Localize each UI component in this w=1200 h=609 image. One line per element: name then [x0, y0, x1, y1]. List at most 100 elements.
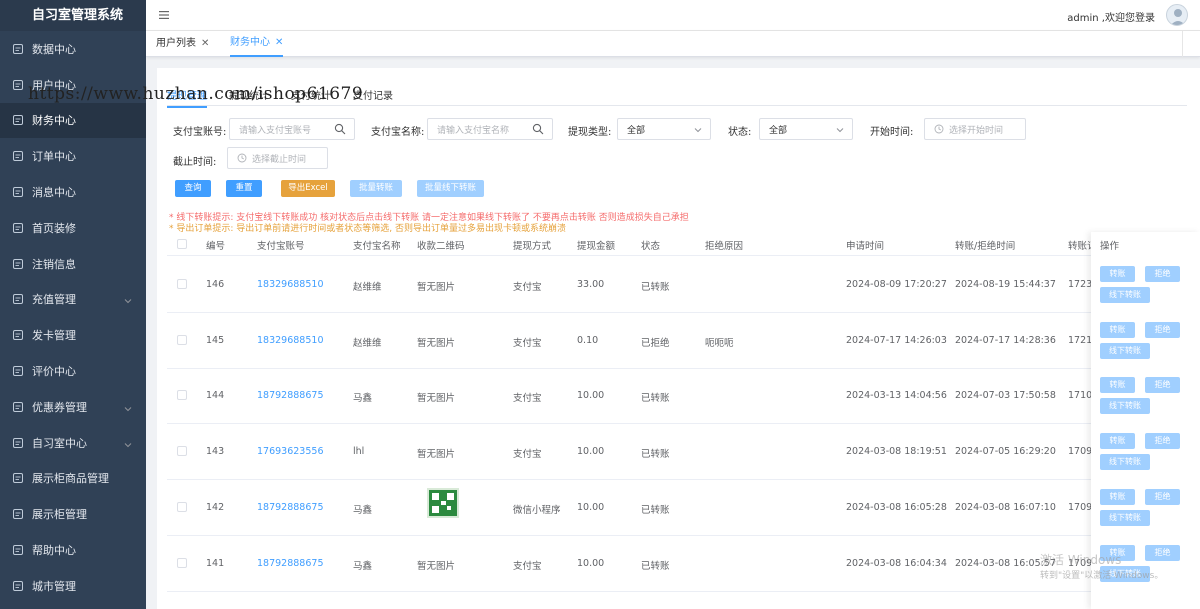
order-icon — [12, 150, 24, 162]
reject-button[interactable]: 拒绝 — [1145, 266, 1180, 282]
cell-account[interactable]: 18792888675 — [257, 502, 324, 513]
status-select[interactable]: 全部 — [759, 118, 853, 140]
table-row: 144 18792888675 马鑫 暂无图片 支付宝 10.00 已转账 2024-03-1… — [167, 368, 1187, 425]
cell-transfer-time: 2024-08-19 15:44:37 — [955, 279, 1056, 290]
alipay-name-input[interactable]: 请输入支付宝名称 — [427, 118, 553, 140]
row-checkbox[interactable] — [177, 279, 187, 289]
chevron-down-icon — [694, 126, 702, 134]
select-all-checkbox[interactable] — [177, 239, 187, 249]
sidebar-item-label: 注销信息 — [32, 257, 76, 271]
tab-finance-center[interactable]: 财务中心 ✕ — [230, 30, 284, 57]
cube-icon — [12, 472, 24, 484]
transfer-button[interactable]: 转账 — [1100, 266, 1135, 282]
cell-method: 支付宝 — [513, 282, 542, 293]
reject-button[interactable]: 拒绝 — [1145, 544, 1180, 561]
cell-amount: 10.00 — [577, 446, 605, 458]
offline-transfer-button[interactable]: 线下转账 — [1100, 287, 1150, 303]
sidebar-item-5[interactable]: 首页装修 — [0, 210, 146, 246]
sidebar-menu: 数据中心 用户中心 财务中心 订单中心 消息中心 首页装修 注销信息 充值管理 发卡管理 评价中心… — [0, 31, 146, 604]
th-id: 编号 — [206, 241, 226, 252]
start-time-picker[interactable]: 选择开始时间 — [924, 118, 1026, 140]
box-icon — [12, 222, 24, 234]
cell-amount: 10.00 — [577, 501, 605, 513]
sidebar-item-3[interactable]: 订单中心 — [0, 138, 146, 174]
sidebar-item-14[interactable]: 帮助中心 — [0, 532, 146, 568]
row-checkbox[interactable] — [177, 390, 187, 401]
reject-button[interactable]: 拒绝 — [1145, 321, 1180, 338]
batch-offline-transfer-button[interactable]: 批量线下转账 — [417, 180, 484, 197]
topbar: admin ,欢迎您登录 — [146, 0, 1200, 31]
coupon-icon — [12, 401, 24, 413]
cell-id: 146 — [206, 279, 225, 290]
close-icon[interactable]: ✕ — [275, 30, 283, 56]
cabinet-icon — [12, 508, 24, 520]
transfer-button[interactable]: 转账 — [1100, 433, 1135, 450]
close-icon[interactable]: ✕ — [201, 31, 209, 57]
cell-account[interactable]: 18792888675 — [257, 390, 324, 401]
row-checkbox[interactable] — [177, 334, 187, 345]
qr-code-image[interactable] — [427, 487, 459, 518]
sidebar-item-label: 帮助中心 — [32, 544, 76, 558]
sidebar-item-13[interactable]: 展示柜管理 — [0, 496, 146, 532]
sidebar-item-9[interactable]: 评价中心 — [0, 353, 146, 389]
cell-account[interactable]: 17693623556 — [257, 446, 324, 457]
chevron-down-icon — [836, 126, 844, 134]
sidebar-item-7[interactable]: 充值管理 — [0, 282, 146, 318]
sidebar-item-11[interactable]: 自习室中心 — [0, 425, 146, 461]
cell-amount: 10.00 — [577, 557, 605, 569]
user-greeting: admin ,欢迎您登录 — [1067, 13, 1155, 24]
sidebar-item-label: 数据中心 — [32, 42, 76, 56]
cell-transfer-time: 2024-07-03 17:50:58 — [955, 390, 1056, 402]
transfer-button[interactable]: 转账 — [1100, 377, 1135, 394]
tab-user-list[interactable]: 用户列表 ✕ — [156, 31, 209, 57]
sidebar-item-15[interactable]: 城市管理 — [0, 568, 146, 604]
transfer-button[interactable]: 转账 — [1100, 321, 1135, 338]
avatar[interactable] — [1166, 4, 1188, 26]
cell-account[interactable]: 18329688510 — [257, 335, 324, 346]
sidebar-item-8[interactable]: 发卡管理 — [0, 317, 146, 353]
reject-button[interactable]: 拒绝 — [1145, 377, 1180, 394]
cell-transfer-time: 2024-03-08 16:07:10 — [955, 501, 1056, 513]
batch-transfer-button[interactable]: 批量转账 — [350, 180, 402, 197]
withdraw-type-select[interactable]: 全部 — [617, 118, 711, 140]
sidebar-item-4[interactable]: 消息中心 — [0, 174, 146, 210]
cell-account[interactable]: 18792888675 — [257, 558, 324, 569]
sidebar-item-6[interactable]: 注销信息 — [0, 246, 146, 282]
row-checkbox[interactable] — [177, 501, 187, 512]
qr-cell: 暂无图片 — [417, 393, 456, 405]
export-excel-button[interactable]: 导出Excel — [281, 180, 335, 197]
reject-button[interactable]: 拒绝 — [1145, 433, 1180, 450]
tabs-more-button[interactable] — [1182, 31, 1200, 57]
offline-transfer-button[interactable]: 线下转账 — [1100, 509, 1150, 526]
query-button[interactable]: 查询 — [175, 180, 211, 197]
end-time-picker[interactable]: 选择截止时间 — [227, 147, 328, 169]
sidebar-item-10[interactable]: 优惠券管理 — [0, 389, 146, 425]
clock-icon — [237, 153, 247, 163]
row-checkbox[interactable] — [177, 557, 187, 568]
sidebar-item-label: 充值管理 — [32, 293, 76, 307]
reset-button[interactable]: 重置 — [226, 180, 262, 197]
offline-transfer-button[interactable]: 线下转账 — [1100, 398, 1150, 415]
alipay-account-label: 支付宝账号: — [173, 127, 227, 138]
clock-icon — [12, 258, 24, 270]
cell-account[interactable]: 18329688510 — [257, 279, 324, 290]
offline-transfer-button[interactable]: 线下转账 — [1100, 454, 1150, 471]
cell-name: 赵维维 — [353, 282, 382, 293]
row-checkbox[interactable] — [177, 446, 187, 457]
cell-name: 赵维维 — [353, 337, 382, 349]
offline-transfer-button[interactable]: 线下转账 — [1100, 342, 1150, 359]
app-title: 自习室管理系统 — [0, 0, 146, 31]
alipay-account-input[interactable]: 请输入支付宝账号 — [229, 118, 355, 140]
reject-button[interactable]: 拒绝 — [1145, 488, 1180, 505]
sidebar-item-0[interactable]: 数据中心 — [0, 31, 146, 67]
hamburger-icon[interactable] — [158, 9, 170, 21]
cell-id: 141 — [206, 557, 225, 569]
cell-id: 142 — [206, 501, 225, 513]
monitor-icon — [12, 43, 24, 55]
transfer-button[interactable]: 转账 — [1100, 488, 1135, 505]
sidebar-item-12[interactable]: 展示柜商品管理 — [0, 461, 146, 497]
sidebar-item-2[interactable]: 财务中心 — [0, 102, 146, 139]
windows-activation-sub: 转到"设置"以激活 Windows。 — [1040, 571, 1164, 581]
th-ops: 操作 — [1100, 241, 1120, 252]
th-method: 提现方式 — [513, 241, 552, 252]
